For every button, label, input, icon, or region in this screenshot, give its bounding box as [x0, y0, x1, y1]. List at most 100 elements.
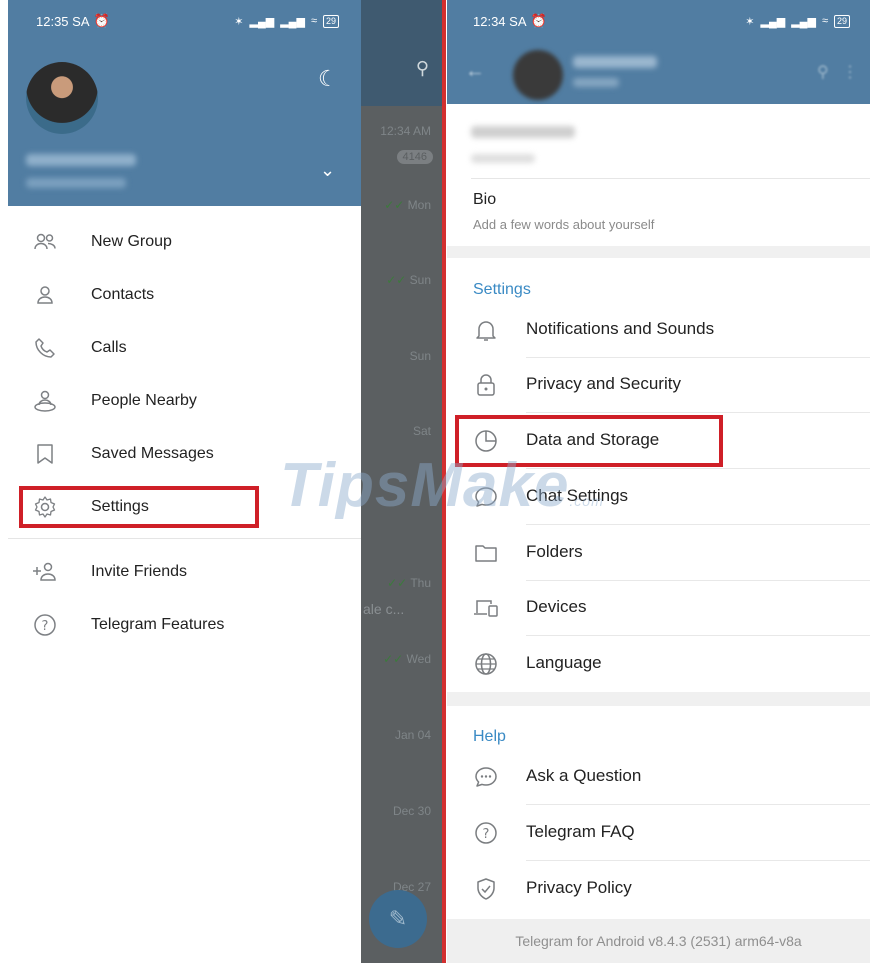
settings-header: 12:34 SA ⏰ ✶ ▂▄▆ ▂▄▆ ≈ 29 ← ⚲ ⋮	[447, 0, 870, 104]
settings-item-label: Telegram FAQ	[526, 822, 635, 841]
profile-status-blurred	[573, 78, 619, 87]
menu-item-telegram-features[interactable]: ? Telegram Features	[8, 598, 361, 651]
chat-list-toolbar: ⚲	[361, 0, 443, 106]
section-gap	[447, 692, 870, 706]
menu-item-calls[interactable]: Calls	[8, 321, 361, 374]
help-item-ask-question[interactable]: Ask a Question	[447, 750, 870, 805]
double-check-icon: ✓✓	[386, 273, 407, 287]
people-icon	[30, 227, 60, 257]
bell-icon	[473, 317, 499, 343]
settings-item-privacy[interactable]: Privacy and Security	[447, 358, 870, 413]
help-item-telegram-faq[interactable]: ? Telegram FAQ	[447, 806, 870, 861]
menu-label: People Nearby	[91, 391, 197, 409]
status-time: 12:35 SA	[36, 13, 90, 29]
search-icon[interactable]: ⚲	[416, 58, 429, 79]
settings-item-label: Language	[526, 653, 602, 672]
bookmark-icon	[30, 439, 60, 469]
bio-title: Bio	[473, 191, 497, 208]
bluetooth-icon: ✶	[745, 15, 755, 28]
wifi-icon: ≈	[821, 15, 828, 27]
settings-item-label: Privacy Policy	[526, 878, 632, 897]
more-vert-icon[interactable]: ⋮	[842, 64, 858, 81]
signal-icon: ▂▄▆	[249, 15, 275, 28]
wifi-icon: ≈	[310, 15, 317, 27]
menu-label: Contacts	[91, 285, 155, 303]
chat-dots-icon	[473, 764, 499, 790]
bluetooth-icon: ✶	[234, 15, 244, 28]
settings-item-label: Privacy and Security	[526, 374, 681, 393]
settings-item-language[interactable]: Language	[447, 637, 870, 692]
chat-time: Dec 30	[392, 804, 431, 818]
username-label-blurred	[471, 154, 535, 163]
double-check-icon: ✓✓	[384, 198, 405, 212]
status-bar: 12:35 SA ⏰ ✶ ▂▄▆ ▂▄▆ ≈ 29	[8, 0, 361, 42]
people-nearby-icon	[30, 386, 60, 416]
username-blurred[interactable]	[471, 126, 575, 138]
battery-icon: 29	[833, 14, 850, 28]
question-icon: ?	[30, 610, 60, 640]
divider	[526, 804, 870, 805]
account-name-blurred	[26, 154, 136, 166]
battery-icon: 29	[322, 14, 339, 28]
status-bar: 12:34 SA ⏰ ✶ ▂▄▆ ▂▄▆ ≈ 29	[447, 0, 870, 42]
settings-item-notifications[interactable]: Notifications and Sounds	[447, 303, 870, 358]
divider	[471, 178, 870, 179]
section-title-settings: Settings	[473, 281, 531, 298]
alarm-icon: ⏰	[93, 13, 110, 28]
divider	[526, 412, 870, 413]
chat-time: ✓✓ Wed	[383, 652, 431, 666]
toolbar-actions: ⚲ ⋮	[817, 62, 858, 82]
bio-subtitle: Add a few words about yourself	[473, 217, 655, 232]
moon-icon[interactable]: ☾	[318, 66, 338, 92]
menu-label: Saved Messages	[91, 444, 214, 462]
avatar[interactable]	[513, 50, 563, 100]
signal-icon: ▂▄▆	[760, 15, 786, 28]
search-icon[interactable]: ⚲	[817, 64, 829, 81]
chat-time: ✓✓ Thu	[387, 576, 431, 590]
back-arrow-icon[interactable]: ←	[465, 60, 485, 83]
menu-item-people-nearby[interactable]: People Nearby	[8, 374, 361, 427]
devices-icon	[473, 595, 499, 621]
divider	[8, 538, 361, 539]
version-footer: Telegram for Android v8.4.3 (2531) arm64…	[447, 919, 870, 963]
settings-item-folders[interactable]: Folders	[447, 526, 870, 581]
menu-label: Telegram Features	[91, 615, 225, 633]
compose-fab-button[interactable]: ✎	[369, 890, 427, 948]
menu-item-contacts[interactable]: Contacts	[8, 268, 361, 321]
unread-badge: 4146	[396, 150, 433, 164]
divider	[526, 860, 870, 861]
section-title-help: Help	[473, 728, 506, 745]
menu-label: Invite Friends	[91, 562, 188, 580]
alarm-icon: ⏰	[530, 13, 547, 28]
drawer-header: 12:35 SA ⏰ ✶ ▂▄▆ ▂▄▆ ≈ 29 ☾ ⌄	[8, 0, 361, 206]
add-person-icon	[30, 557, 60, 587]
chat-time: ✓✓ Sun	[386, 273, 431, 287]
settings-item-devices[interactable]: Devices	[447, 581, 870, 636]
chat-time: Sun	[409, 349, 431, 363]
menu-label: Calls	[91, 338, 127, 356]
drawer-menu: New Group Contacts Calls People Nearby S…	[8, 215, 361, 651]
phone-icon	[30, 333, 60, 363]
settings-item-label: Devices	[526, 597, 587, 616]
chat-time: Jan 04	[394, 728, 431, 742]
settings-item-label: Folders	[526, 542, 583, 561]
chat-time: 12:34 AM	[380, 124, 431, 138]
menu-label: New Group	[91, 232, 172, 250]
pencil-icon: ✎	[388, 906, 408, 931]
avatar[interactable]	[26, 62, 98, 134]
settings-item-label: Notifications and Sounds	[526, 319, 715, 338]
watermark: TipsMake.com	[280, 451, 604, 520]
divider	[526, 524, 870, 525]
shield-icon	[473, 876, 499, 902]
chat-time: Sat	[412, 424, 431, 438]
chevron-down-icon[interactable]: ⌄	[320, 160, 335, 181]
double-check-icon: ✓✓	[383, 652, 404, 666]
section-gap	[447, 246, 870, 258]
settings-item-label: Ask a Question	[526, 766, 642, 785]
help-item-privacy-policy[interactable]: Privacy Policy	[447, 862, 870, 917]
lock-icon	[473, 372, 499, 398]
menu-item-invite-friends[interactable]: Invite Friends	[8, 545, 361, 598]
menu-item-new-group[interactable]: New Group	[8, 215, 361, 268]
highlight-box-settings	[19, 486, 259, 528]
person-icon	[30, 280, 60, 310]
